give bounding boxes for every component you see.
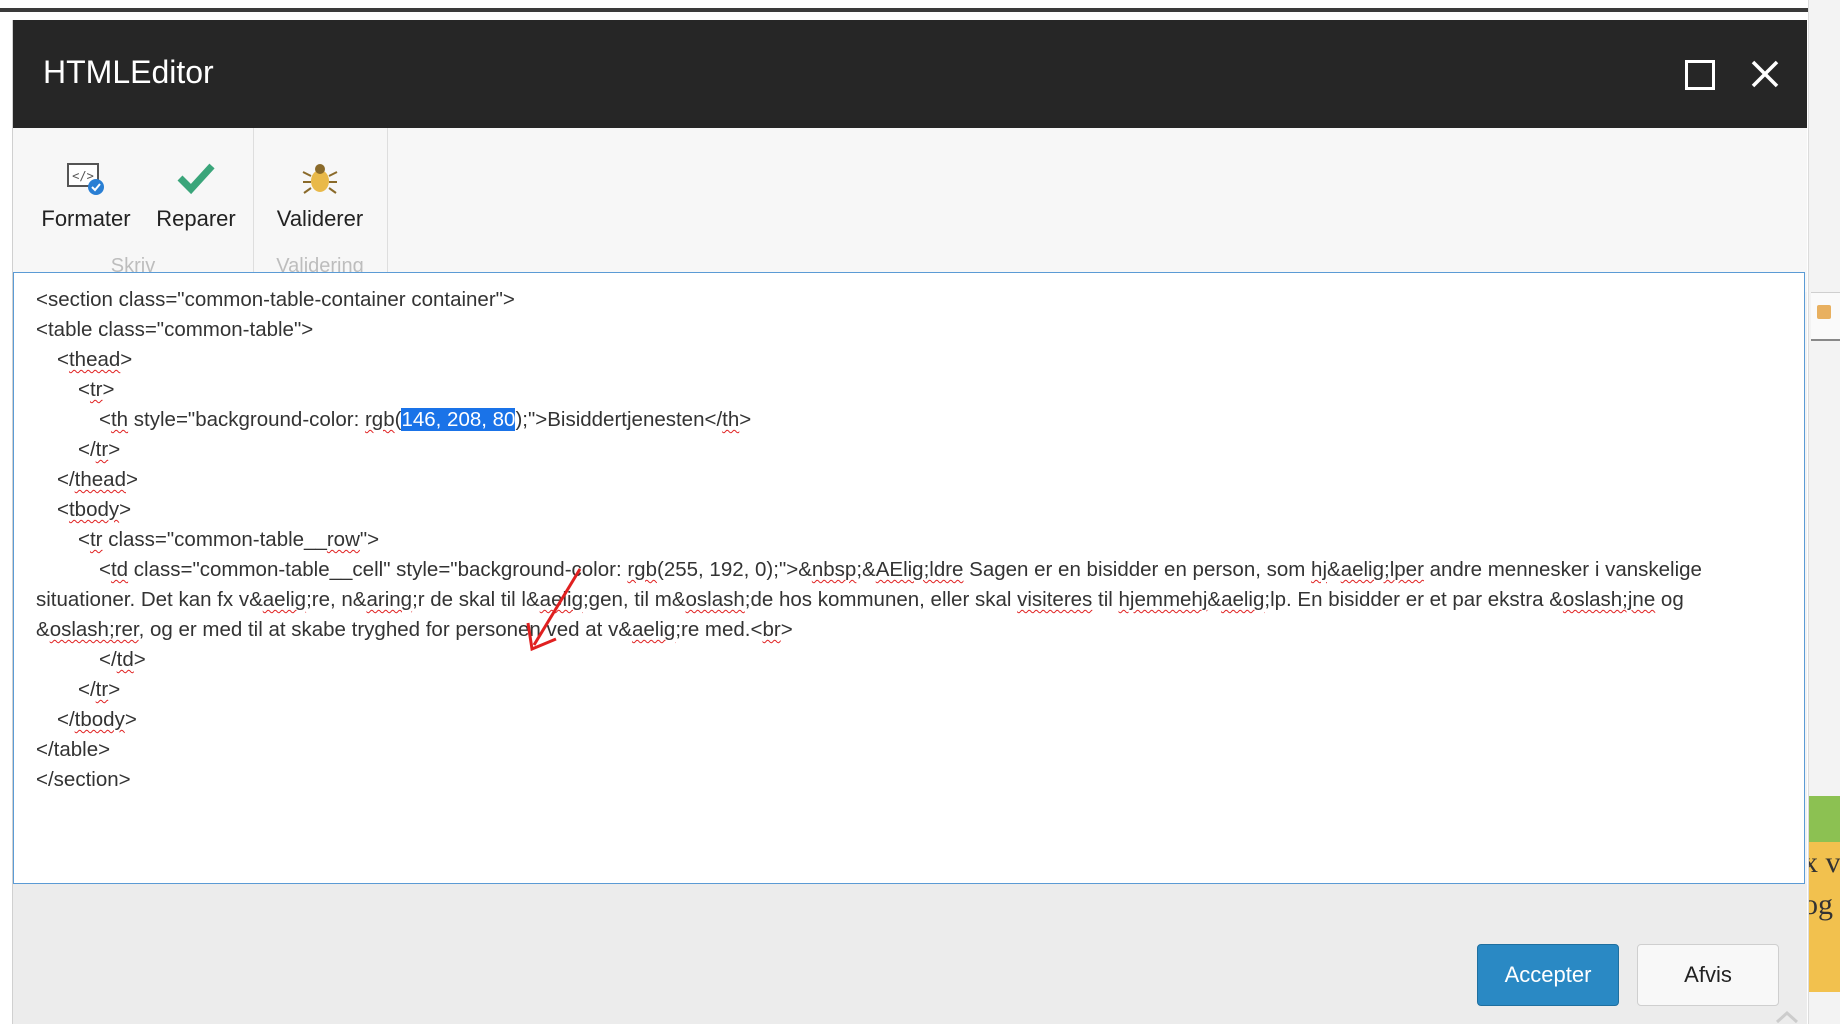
dialog-title: HTMLEditor xyxy=(43,54,214,90)
ribbon-toolbar: </> Formater Reparer Skriv Validerer Val… xyxy=(13,128,1807,292)
repair-button-label: Reparer xyxy=(156,206,236,231)
repair-button[interactable]: Reparer xyxy=(151,156,241,232)
top-strip xyxy=(0,0,1840,12)
dialog-footer: Accepter Afvis xyxy=(13,884,1807,1024)
html-code-editor[interactable]: <section class="common-table-container c… xyxy=(13,272,1805,884)
validate-button-label: Validerer xyxy=(276,206,364,231)
code-line: <thead> xyxy=(57,348,133,371)
code-line: <tr class="common-table__row"> xyxy=(78,528,380,551)
format-button-label: Formater xyxy=(41,206,131,231)
background-partial-text: og xyxy=(1809,888,1833,921)
code-line: </td> xyxy=(99,648,146,671)
code-line: <th style="background-color: rgb(146, 20… xyxy=(99,408,752,431)
selected-text[interactable]: 146, 208, 80 xyxy=(401,408,516,431)
dialog-titlebar: HTMLEditor xyxy=(13,20,1807,128)
annotation-arrow xyxy=(526,568,582,652)
code-line: </section> xyxy=(36,768,131,791)
background-page: x v og xyxy=(1808,0,1840,1024)
code-content[interactable]: <section class="common-table-container c… xyxy=(36,285,1776,795)
ribbon-group-skriv: </> Formater Reparer Skriv xyxy=(13,128,254,277)
background-toolbar-fragment xyxy=(1811,292,1840,341)
bug-icon xyxy=(302,164,338,194)
code-line: </tr> xyxy=(78,438,121,461)
code-line: </table> xyxy=(36,738,111,761)
maximize-icon[interactable] xyxy=(1685,60,1715,90)
reject-button[interactable]: Afvis xyxy=(1637,944,1779,1006)
format-code-icon: </> xyxy=(67,163,104,195)
close-icon[interactable] xyxy=(1743,52,1787,96)
code-line: <tbody> xyxy=(57,498,132,521)
code-line: <td class="common-table__cell" style="ba… xyxy=(36,558,1702,641)
accept-button[interactable]: Accepter xyxy=(1477,944,1619,1006)
code-line: <tr> xyxy=(78,378,115,401)
checkmark-icon xyxy=(177,163,215,195)
code-line: </thead> xyxy=(57,468,138,491)
html-editor-dialog: HTMLEditor </> Formater Reparer Skriv Va… xyxy=(12,20,1807,1024)
format-button[interactable]: </> Formater xyxy=(41,156,131,232)
validate-button[interactable]: Validerer xyxy=(275,156,365,232)
code-line: </tbody> xyxy=(57,708,137,731)
ribbon-group-validering: Validerer Validering xyxy=(253,128,388,277)
code-line: <table class="common-table"> xyxy=(36,318,314,341)
code-line: </tr> xyxy=(78,678,121,701)
code-line: <section class="common-table-container c… xyxy=(36,288,515,311)
background-green-cell xyxy=(1809,796,1840,842)
background-partial-text: x v xyxy=(1809,846,1840,879)
background-yellow-cell: x v og xyxy=(1809,842,1840,992)
svg-text:</>: </> xyxy=(72,169,94,183)
resize-grip-icon[interactable] xyxy=(1775,1010,1799,1024)
